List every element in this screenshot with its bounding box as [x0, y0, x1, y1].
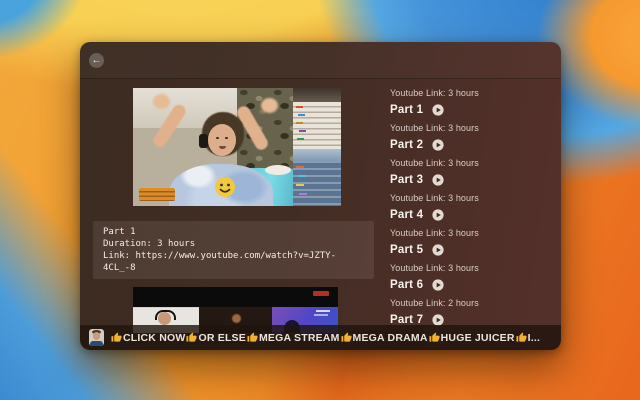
streamer-avatar	[89, 329, 104, 346]
playlist-item: Youtube Link: 3 hours Part 6	[390, 263, 558, 291]
ticker-bar: CLICK NOW OR ELSE MEGA STREAM MEGA DRAMA HUG…	[80, 325, 561, 350]
playlist-item-meta: Youtube Link: 2 hours	[390, 298, 558, 308]
window-header: ←	[80, 42, 561, 79]
streamer-headphones	[199, 134, 208, 148]
playlist-item-row[interactable]: Part 1	[390, 103, 558, 116]
playlist-item-meta: Youtube Link: 3 hours	[390, 193, 558, 203]
playlist-item-label: Part 4	[390, 209, 423, 221]
main-video-thumbnail[interactable]	[133, 88, 341, 206]
playlist-item-row[interactable]: Part 2	[390, 138, 558, 151]
thumbs-up-icon	[111, 332, 122, 343]
thumbs-up-icon	[429, 332, 440, 343]
video-info-box: Part 1 Duration: 3 hours Link: https://w…	[93, 221, 374, 279]
video-info-duration: Duration: 3 hours	[103, 238, 364, 250]
playlist-item-meta: Youtube Link: 3 hours	[390, 263, 558, 273]
playlist-item-row[interactable]: Part 6	[390, 278, 558, 291]
playlist-item-label: Part 2	[390, 139, 423, 151]
playlist-item-label: Part 7	[390, 314, 423, 326]
ticker-segment: MEGA STREAM	[259, 332, 340, 344]
streamer-left-hand	[153, 94, 170, 109]
streamer-right-hand	[261, 98, 278, 113]
thumbs-up-icon	[186, 332, 197, 343]
playlist-item-label: Part 3	[390, 174, 423, 186]
smiley-logo	[214, 176, 236, 198]
thumbs-up-icon	[341, 332, 352, 343]
playlist-item: Youtube Link: 3 hours Part 2	[390, 123, 558, 151]
playlist-item-label: Part 5	[390, 244, 423, 256]
live-badge	[313, 291, 329, 296]
ticker-segment: I...	[528, 332, 540, 344]
video-info-title: Part 1	[103, 226, 364, 238]
ticker-segment: CLICK NOW	[123, 332, 185, 344]
back-icon: ←	[92, 55, 102, 66]
playlist-item: Youtube Link: 3 hours Part 3	[390, 158, 558, 186]
playlist: Youtube Link: 3 hours Part 1 Youtube Lin…	[390, 88, 558, 333]
playlist-item-meta: Youtube Link: 3 hours	[390, 158, 558, 168]
playlist-item-label: Part 6	[390, 279, 423, 291]
play-icon[interactable]	[432, 314, 444, 326]
playlist-item: Youtube Link: 3 hours Part 1	[390, 88, 558, 116]
playlist-item-meta: Youtube Link: 3 hours	[390, 123, 558, 133]
app-window: ←	[80, 42, 561, 350]
play-icon[interactable]	[432, 209, 444, 221]
video-info-link: Link: https://www.youtube.com/watch?v=JZ…	[103, 250, 364, 274]
play-icon[interactable]	[432, 174, 444, 186]
playlist-item: Youtube Link: 2 hours Part 7	[390, 298, 558, 326]
ticker-text: CLICK NOW OR ELSE MEGA STREAM MEGA DRAMA HUG…	[110, 332, 540, 344]
play-icon[interactable]	[432, 104, 444, 116]
playlist-item-row[interactable]: Part 5	[390, 243, 558, 256]
playlist-item-row[interactable]: Part 4	[390, 208, 558, 221]
thumbs-up-icon	[247, 332, 258, 343]
screen: ←	[0, 0, 640, 400]
ticker-segment: HUGE JUICER	[441, 332, 515, 344]
stream-overlay-badge	[139, 188, 175, 201]
play-icon[interactable]	[432, 139, 444, 151]
playlist-item-meta: Youtube Link: 3 hours	[390, 228, 558, 238]
play-icon[interactable]	[432, 244, 444, 256]
playlist-item-meta: Youtube Link: 3 hours	[390, 88, 558, 98]
streamer-face	[208, 124, 236, 156]
playlist-item-label: Part 1	[390, 104, 423, 116]
playlist-item-row[interactable]: Part 3	[390, 173, 558, 186]
playlist-item: Youtube Link: 3 hours Part 4	[390, 193, 558, 221]
thumbs-up-icon	[516, 332, 527, 343]
stream-chat-column	[293, 88, 341, 206]
back-button[interactable]: ←	[89, 53, 104, 68]
ticker-segment: MEGA DRAMA	[353, 332, 428, 344]
play-icon[interactable]	[432, 279, 444, 291]
ticker-segment: OR ELSE	[198, 332, 246, 344]
playlist-item: Youtube Link: 3 hours Part 5	[390, 228, 558, 256]
